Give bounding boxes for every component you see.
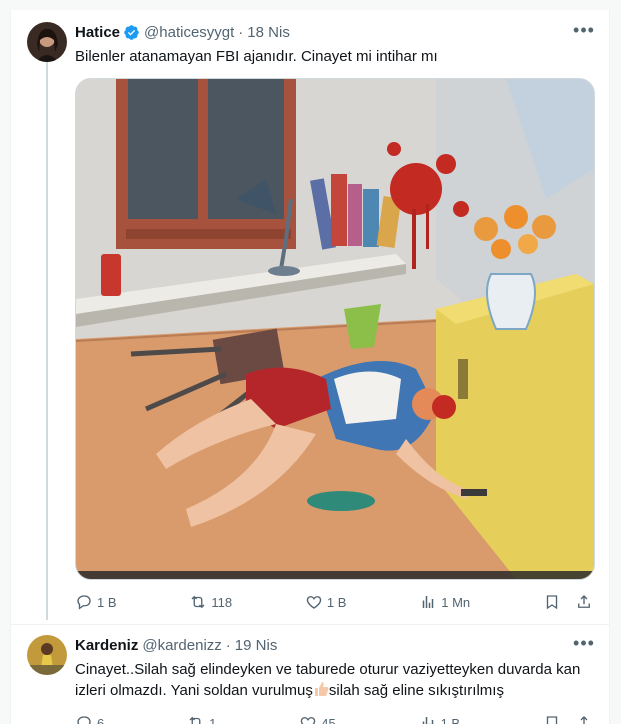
verified-badge-icon [123,24,140,41]
tweet-header: Hatice @haticesyygt · 18 Nis [75,24,290,41]
right-actions [543,592,593,612]
tweet-actions: 6 1 45 1 B [75,713,593,724]
bookmark-button[interactable] [543,713,561,724]
separator: · [225,637,231,654]
author-handle[interactable]: @haticesyygt [144,24,234,41]
avatar-image [27,635,67,675]
like-button[interactable]: 45 [299,713,336,724]
reply-icon [77,595,91,610]
reply-icon [77,716,91,724]
reply-button[interactable]: 6 [75,713,104,724]
more-options-icon[interactable]: ••• [573,634,595,655]
author-handle[interactable]: @kardenizz [142,637,221,654]
heart-icon [306,596,322,609]
views-button[interactable]: 1 Mn [419,592,470,612]
repost-count: 118 [211,594,233,610]
share-button[interactable] [575,713,593,724]
thumbs-up-emoji-icon [313,681,329,697]
tweet-header: Kardeniz @kardenizz · 19 Nis [75,637,277,654]
repost-count: 1 [209,715,217,724]
right-actions [543,713,593,724]
reply-button[interactable]: 1 B [75,592,117,612]
repost-button[interactable]: 1 [187,713,216,724]
reply-count: 1 B [97,594,117,610]
like-button[interactable]: 1 B [305,592,347,612]
share-icon [580,716,588,724]
repost-icon [189,716,201,724]
share-icon [578,595,590,608]
timeline: Hatice @haticesyygt · 18 Nis ••• Bilenle… [10,10,610,724]
repost-button[interactable]: 118 [189,592,232,612]
views-icon [423,596,434,608]
views-button[interactable]: 1 B [419,713,461,724]
bookmark-button[interactable] [543,592,561,612]
tweet[interactable]: Kardeniz @kardenizz · 19 Nis ••• Cinayet… [11,624,609,724]
tweet-actions: 1 B 118 1 B 1 Mn [75,592,593,612]
share-button[interactable] [575,592,593,612]
avatar[interactable] [27,635,67,675]
tweet-date[interactable]: 19 Nis [235,637,278,654]
tweet[interactable]: Hatice @haticesyygt · 18 Nis ••• Bilenle… [11,10,609,624]
views-icon [422,717,433,724]
like-count: 1 B [326,594,347,610]
repost-icon [191,595,205,609]
bookmark-icon [546,716,558,724]
avatar[interactable] [27,22,67,62]
like-count: 45 [321,715,336,724]
bookmark-icon [546,595,558,610]
author-name[interactable]: Kardeniz [75,637,138,654]
separator: · [238,24,244,41]
author-name[interactable]: Hatice [75,24,120,41]
tweet-text-part2: silah sağ eline sıkıştırılmış [328,682,504,699]
crime-scene-illustration [76,79,594,579]
avatar-image [27,22,67,62]
heart-icon [300,717,316,724]
view-count: 1 Mn [441,594,471,610]
reply-count: 6 [97,715,105,724]
tweet-media-image[interactable] [75,78,595,580]
more-options-icon[interactable]: ••• [573,21,595,42]
tweet-date[interactable]: 18 Nis [247,24,290,41]
view-count: 1 B [440,715,461,724]
tweet-text: Cinayet..Silah sağ elindeyken ve tabured… [75,659,593,701]
tweet-text: Bilenler atanamayan FBI ajanıdır. Cinaye… [75,48,438,65]
